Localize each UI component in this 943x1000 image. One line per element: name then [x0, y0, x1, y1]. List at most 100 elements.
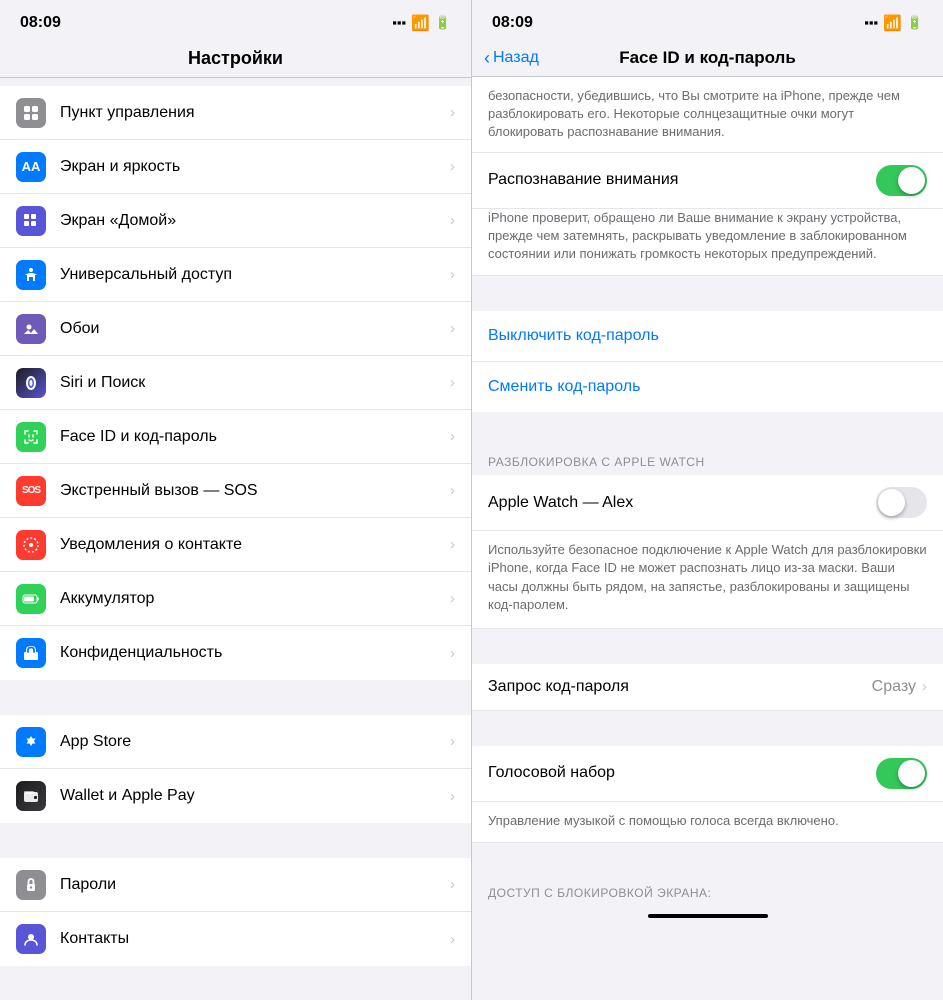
battery-icon: 🔋	[435, 15, 451, 31]
row-control-center[interactable]: Пункт управления ›	[0, 86, 471, 140]
privacy-label: Конфиденциальность	[60, 644, 444, 662]
left-status-time: 08:09	[20, 14, 61, 32]
row-battery[interactable]: Аккумулятор ›	[0, 572, 471, 626]
voice-dialing-description: Управление музыкой с помощью голоса всег…	[488, 813, 839, 828]
row-sos[interactable]: SOS Экстренный вызов — SOS ›	[0, 464, 471, 518]
appstore-label: App Store	[60, 733, 444, 751]
attention-description: iPhone проверит, обращено ли Ваше вниман…	[488, 210, 907, 261]
clipped-description-block: безопасности, убедившись, что Вы смотрит…	[472, 77, 943, 152]
back-button[interactable]: ‹ Назад	[484, 48, 539, 69]
right-status-icons: ▪▪▪ 📶 🔋	[864, 14, 923, 32]
row-accessibility[interactable]: Универсальный доступ ›	[0, 248, 471, 302]
faceid-label: Face ID и код-пароль	[60, 428, 444, 446]
disable-passcode-text[interactable]: Выключить код-пароль	[488, 327, 659, 344]
row-wallpaper[interactable]: Обои ›	[0, 302, 471, 356]
contacts-label: Контакты	[60, 930, 444, 948]
actions-section: Выключить код-пароль Сменить код-пароль	[472, 311, 943, 412]
section-general: Пункт управления › AA Экран и яркость ›	[0, 86, 471, 680]
passwords-label: Пароли	[60, 876, 444, 894]
apple-watch-header: РАЗБЛОКИРОВКА С APPLE WATCH	[472, 447, 943, 475]
wallpaper-label: Обои	[60, 320, 444, 338]
privacy-icon	[16, 638, 46, 668]
faceid-icon	[16, 422, 46, 452]
right-nav-bar: ‹ Назад Face ID и код-пароль	[472, 40, 943, 77]
lock-screen-header: ДОСТУП С БЛОКИРОВКОЙ ЭКРАНА:	[472, 878, 943, 906]
accessibility-label: Универсальный доступ	[60, 266, 444, 284]
sos-label: Экстренный вызов — SOS	[60, 482, 444, 500]
contacts-icon	[16, 924, 46, 954]
change-passcode-text[interactable]: Сменить код-пароль	[488, 378, 640, 395]
right-panel: 08:09 ▪▪▪ 📶 🔋 ‹ Назад Face ID и код-паро…	[471, 0, 943, 1000]
back-label[interactable]: Назад	[493, 49, 539, 67]
attention-description-block: iPhone проверит, обращено ли Ваше вниман…	[472, 209, 943, 277]
row-privacy[interactable]: Конфиденциальность ›	[0, 626, 471, 680]
passcode-request-right: Сразу ›	[872, 678, 927, 696]
accessibility-chevron: ›	[450, 266, 455, 283]
clipped-description: безопасности, убедившись, что Вы смотрит…	[488, 88, 900, 139]
passwords-chevron: ›	[450, 876, 455, 893]
left-settings-list[interactable]: Пункт управления › AA Экран и яркость ›	[0, 78, 471, 1000]
home-screen-chevron: ›	[450, 212, 455, 229]
back-chevron-icon: ‹	[484, 48, 490, 69]
row-wallet[interactable]: Wallet и Apple Pay ›	[0, 769, 471, 823]
home-screen-label: Экран «Домой»	[60, 212, 444, 230]
contact-label: Уведомления о контакте	[60, 536, 444, 554]
attention-toggle-label: Распознавание внимания	[488, 171, 678, 189]
passcode-request-value: Сразу	[872, 678, 916, 696]
section-apps: Пароли › Контакты ›	[0, 858, 471, 966]
section-store: App Store › Wallet и Apple Pay ›	[0, 715, 471, 823]
siri-chevron: ›	[450, 374, 455, 391]
passcode-request-row[interactable]: Запрос код-пароля Сразу ›	[472, 664, 943, 711]
section-divider-2	[0, 823, 471, 858]
row-appstore[interactable]: App Store ›	[0, 715, 471, 769]
row-contact[interactable]: Уведомления о контакте ›	[0, 518, 471, 572]
row-siri[interactable]: Siri и Поиск ›	[0, 356, 471, 410]
voice-dialing-section: Голосовой набор Управление музыкой с пом…	[472, 746, 943, 843]
accessibility-icon	[16, 260, 46, 290]
right-content[interactable]: безопасности, убедившись, что Вы смотрит…	[472, 77, 943, 1000]
row-home-screen[interactable]: Экран «Домой» ›	[0, 194, 471, 248]
attention-toggle[interactable]	[876, 165, 927, 196]
display-chevron: ›	[450, 158, 455, 175]
row-passwords[interactable]: Пароли ›	[0, 858, 471, 912]
passwords-icon	[16, 870, 46, 900]
attention-toggle-row: Распознавание внимания	[472, 153, 943, 209]
battery-chevron: ›	[450, 590, 455, 607]
appstore-chevron: ›	[450, 733, 455, 750]
signal-icon: ▪▪▪	[392, 15, 406, 30]
apple-watch-section: РАЗБЛОКИРОВКА С APPLE WATCH Apple Watch …	[472, 447, 943, 629]
apple-watch-toggle-label: Apple Watch — Alex	[488, 494, 633, 512]
wallpaper-icon	[16, 314, 46, 344]
apple-watch-toggle-knob	[878, 489, 905, 516]
right-status-time: 08:09	[492, 14, 533, 32]
siri-icon	[16, 368, 46, 398]
right-wifi-icon: 📶	[883, 14, 902, 32]
left-nav-bar: Настройки	[0, 40, 471, 78]
faceid-chevron: ›	[450, 428, 455, 445]
row-display[interactable]: AA Экран и яркость ›	[0, 140, 471, 194]
voice-dialing-toggle-row: Голосовой набор	[472, 746, 943, 802]
sos-chevron: ›	[450, 482, 455, 499]
change-passcode-link[interactable]: Сменить код-пароль	[472, 362, 943, 412]
appstore-icon	[16, 727, 46, 757]
battery-label: Аккумулятор	[60, 590, 444, 608]
voice-divider	[472, 711, 943, 746]
passcode-request-label: Запрос код-пароля	[488, 678, 629, 696]
right-nav-title: Face ID и код-пароль	[619, 48, 796, 68]
left-status-bar: 08:09 ▪▪▪ 📶 🔋	[0, 0, 471, 40]
display-label: Экран и яркость	[60, 158, 444, 176]
section-divider-1	[0, 680, 471, 715]
attention-toggle-knob	[898, 167, 925, 194]
row-faceid[interactable]: Face ID и код-пароль ›	[0, 410, 471, 464]
wifi-icon: 📶	[411, 14, 430, 32]
left-status-icons: ▪▪▪ 📶 🔋	[392, 14, 451, 32]
apple-watch-description-block: Используйте безопасное подключение к App…	[472, 531, 943, 629]
voice-dialing-toggle[interactable]	[876, 758, 927, 789]
apple-watch-toggle[interactable]	[876, 487, 927, 518]
control-center-icon	[16, 98, 46, 128]
row-contacts[interactable]: Контакты ›	[0, 912, 471, 966]
actions-divider	[472, 276, 943, 311]
attention-section: Распознавание внимания iPhone проверит, …	[472, 152, 943, 277]
wallet-label: Wallet и Apple Pay	[60, 787, 444, 805]
disable-passcode-link[interactable]: Выключить код-пароль	[472, 311, 943, 362]
